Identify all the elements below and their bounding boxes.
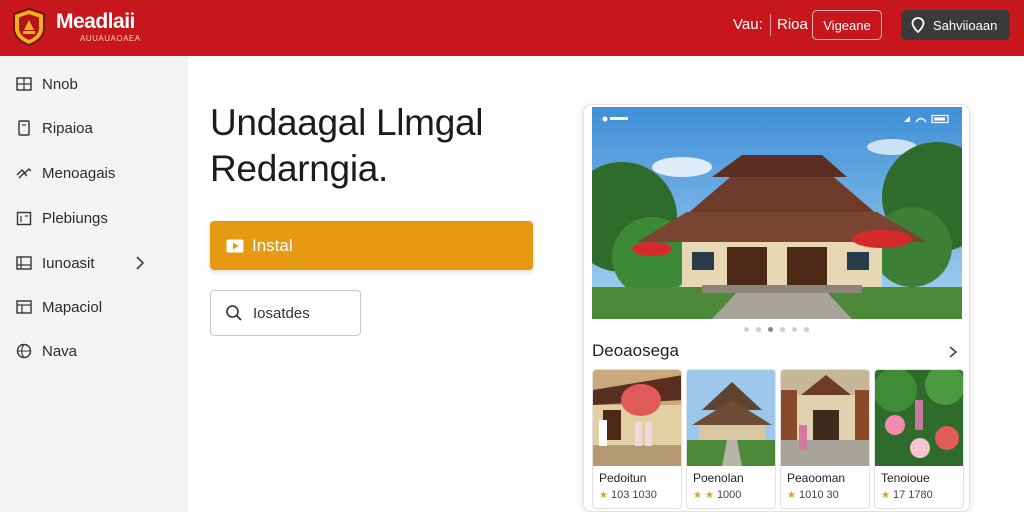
search-icon (226, 305, 242, 321)
tile-photo (781, 370, 869, 466)
tile-meta-text: 17 1780 (892, 489, 933, 501)
hands-icon (16, 168, 32, 179)
star-icon: ★ (599, 489, 608, 501)
tile-name: Peaooman (787, 471, 846, 485)
carousel-dots[interactable] (744, 327, 809, 332)
sidebar-item-plebiungs[interactable]: Plebiungs (0, 198, 188, 238)
tile-photo (687, 370, 775, 466)
nav-link-rioa[interactable]: Rioa (777, 16, 808, 33)
tile-name: Pedoitun (599, 471, 647, 485)
carousel-dot[interactable] (756, 327, 761, 332)
destination-tile[interactable]: Poenolan ★ ★ 1000 (686, 369, 776, 509)
tile-meta-text: 1010 30 (798, 489, 839, 501)
nav-link-vau[interactable]: Vau: (733, 16, 763, 33)
sidebar-item-mapaciol[interactable]: Mapaciol (0, 287, 188, 327)
sidebar-item-label: Plebiungs (42, 209, 108, 227)
shield-crest-icon[interactable] (12, 8, 46, 46)
brand-tagline: AUUAUAOAEA (80, 34, 141, 43)
carousel-dot[interactable] (792, 327, 797, 332)
location-button-label: Sahviioaan (933, 17, 998, 33)
tile-photo (593, 370, 681, 466)
tile-meta: ★ ★ 1000 (693, 489, 741, 501)
page-title-line-2: Redarngia. (210, 148, 389, 189)
chevron-right-icon[interactable] (948, 345, 958, 359)
section-title: Deoaosega (592, 341, 679, 360)
bookmark-icon (18, 120, 30, 136)
tile-name: Tenoioue (881, 471, 930, 485)
chevron-right-icon[interactable] (132, 255, 148, 271)
tile-name: Poenolan (693, 471, 744, 485)
hero-photo[interactable] (592, 107, 962, 319)
tile-photo (875, 370, 963, 466)
globe-icon (16, 343, 32, 359)
carousel-dot[interactable] (804, 327, 809, 332)
play-icon (226, 239, 244, 252)
install-button[interactable]: Instal (210, 221, 533, 270)
sidebar-item-label: Iunoasit (42, 254, 95, 272)
sidebar-item-label: Ripaioa (42, 119, 93, 137)
search-button[interactable]: Iosatdes (210, 290, 361, 336)
sidebar-item-nava[interactable]: Nava (0, 331, 188, 371)
tile-meta: ★ 103 1030 (599, 489, 657, 501)
carousel-dot[interactable] (744, 327, 749, 332)
brand-name[interactable]: Meadlaii (56, 10, 135, 34)
map-icon (16, 300, 32, 314)
location-pin-icon (911, 17, 925, 33)
top-bar: Meadlaii AUUAUAOAEA Vau: Rioa Vigeane Sa… (0, 0, 1024, 56)
battery-icon (904, 114, 949, 124)
install-button-label: Instal (252, 235, 293, 255)
sidebar-item-menoagais[interactable]: Menoagais (0, 153, 188, 193)
search-label: Iosatdes (253, 304, 310, 322)
tile-meta-text: 1000 (716, 489, 742, 501)
nav-divider (770, 14, 771, 36)
location-button[interactable]: Sahviioaan (901, 10, 1010, 40)
status-icons-left (602, 116, 628, 122)
sidebar-item-label: Nava (42, 342, 78, 360)
outline-button[interactable]: Vigeane (812, 10, 882, 40)
carousel-dot[interactable] (780, 327, 785, 332)
sidebar-item-label: Mapaciol (42, 298, 103, 316)
star-icon: ★ (704, 489, 714, 501)
page-title: Undaagal Llmgal Redarngia. (210, 100, 570, 192)
grid-icon (16, 256, 32, 270)
carousel-dot[interactable] (768, 327, 773, 332)
tile-meta-text: 103 1030 (610, 489, 657, 501)
destination-tile[interactable]: Pedoitun ★ 103 1030 (592, 369, 682, 509)
sidebar-item-label: Menoagais (42, 164, 116, 182)
status-bar (592, 107, 962, 131)
calendar-icon (16, 211, 32, 226)
star-icon: ★ (693, 489, 702, 501)
sidebar-item-iunoasit[interactable]: Iunoasit (0, 243, 188, 283)
destination-tile[interactable]: Tenoioue ★ 17 1780 (874, 369, 964, 509)
tile-meta: ★ 17 1780 (881, 489, 933, 501)
star-icon: ★ (881, 489, 890, 501)
grid-icon (16, 77, 32, 91)
star-icon: ★ (787, 489, 796, 501)
sidebar-item-ripaioa[interactable]: Ripaioa (0, 108, 188, 148)
destination-tile[interactable]: Peaooman ★ 1010 30 (780, 369, 870, 509)
sidebar-item-label: Nnob (42, 75, 78, 93)
sidebar: Nnob Ripaioa Menoagais Plebiungs Iunoasi… (0, 56, 188, 512)
app-preview-card: Deoaosega Pedoitun ★ 103 1030 Poenolan ★ ★… (583, 104, 970, 512)
page-title-line-1: Undaagal Llmgal (210, 102, 484, 143)
tile-meta: ★ 1010 30 (787, 489, 839, 501)
sidebar-item-nnob[interactable]: Nnob (0, 64, 188, 104)
